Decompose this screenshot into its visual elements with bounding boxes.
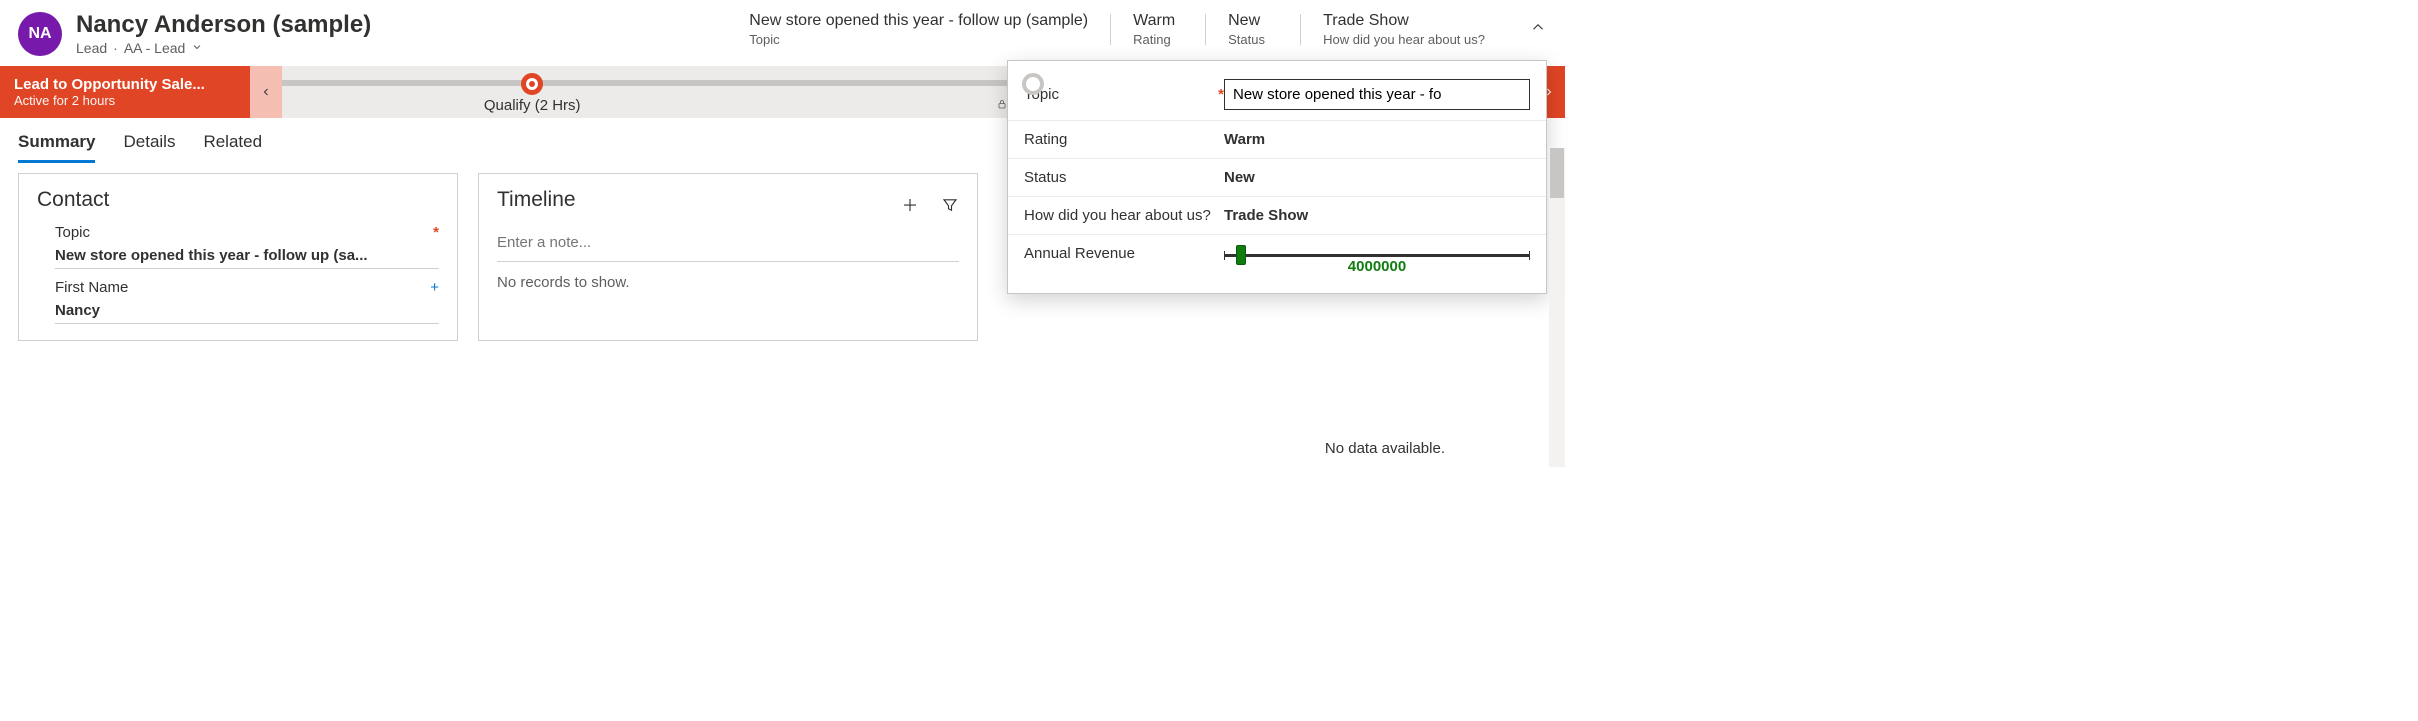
timeline-empty-text: No records to show.	[497, 262, 959, 303]
header-field-value[interactable]: Warm	[1133, 12, 1183, 30]
filter-icon[interactable]	[941, 196, 959, 217]
header-field-label: Status	[1228, 32, 1278, 47]
contact-section-title: Contact	[37, 188, 439, 212]
bpf-summary[interactable]: Lead to Opportunity Sale... Active for 2…	[0, 66, 250, 118]
flyout-source-value[interactable]: Trade Show	[1224, 207, 1530, 224]
field-value-firstname[interactable]: Nancy	[55, 296, 439, 324]
bpf-stage-qualify[interactable]: Qualify (2 Hrs)	[282, 70, 782, 114]
no-data-text: No data available.	[1325, 440, 1445, 457]
record-subtitle[interactable]: Lead · AA - Lead	[76, 40, 371, 56]
header-flyout: Topic* Rating Warm Status New How did yo…	[1007, 60, 1547, 294]
header-field-label: How did you hear about us?	[1323, 32, 1485, 47]
timeline-title: Timeline	[497, 188, 576, 212]
required-marker: *	[433, 224, 439, 241]
bpf-prev-button[interactable]	[250, 66, 282, 118]
flyout-topic-input[interactable]	[1224, 79, 1530, 110]
bpf-stage-indicator	[1022, 73, 1044, 95]
tab-related[interactable]: Related	[203, 132, 262, 163]
tab-summary[interactable]: Summary	[18, 132, 95, 163]
note-input[interactable]	[497, 224, 959, 262]
add-icon[interactable]	[901, 196, 919, 217]
timeline-section: Timeline No records to show.	[478, 173, 978, 341]
header-field-label: Topic	[749, 32, 1088, 47]
header-fields: New store opened this year - follow up (…	[749, 12, 1547, 47]
flyout-status-value[interactable]: New	[1224, 169, 1530, 186]
annual-revenue-value: 4000000	[1224, 258, 1530, 275]
field-label-firstname: First Name	[55, 279, 128, 296]
entity-name: Lead	[76, 40, 107, 56]
flyout-rating-value[interactable]: Warm	[1224, 131, 1530, 148]
form-name: AA - Lead	[124, 40, 186, 56]
vertical-scrollbar[interactable]	[1549, 148, 1565, 467]
header-field-value[interactable]: New store opened this year - follow up (…	[749, 12, 1088, 30]
recommended-marker: +	[430, 279, 439, 296]
bpf-stage-indicator-active	[521, 73, 543, 95]
field-label-topic: Topic	[55, 224, 90, 241]
header-field-value[interactable]: New	[1228, 12, 1278, 30]
chevron-down-icon[interactable]	[191, 40, 203, 56]
avatar: NA	[18, 12, 62, 56]
header-field-label: Rating	[1133, 32, 1183, 47]
contact-section: Contact Topic * New store opened this ye…	[18, 173, 458, 341]
scrollbar-thumb[interactable]	[1550, 148, 1564, 198]
collapse-header-button[interactable]	[1529, 18, 1547, 39]
annual-revenue-slider[interactable]: 4000000	[1224, 245, 1530, 275]
record-title: Nancy Anderson (sample)	[76, 12, 371, 38]
header-field-value[interactable]: Trade Show	[1323, 12, 1485, 30]
tab-details[interactable]: Details	[123, 132, 175, 163]
field-value-topic[interactable]: New store opened this year - follow up (…	[55, 241, 439, 269]
